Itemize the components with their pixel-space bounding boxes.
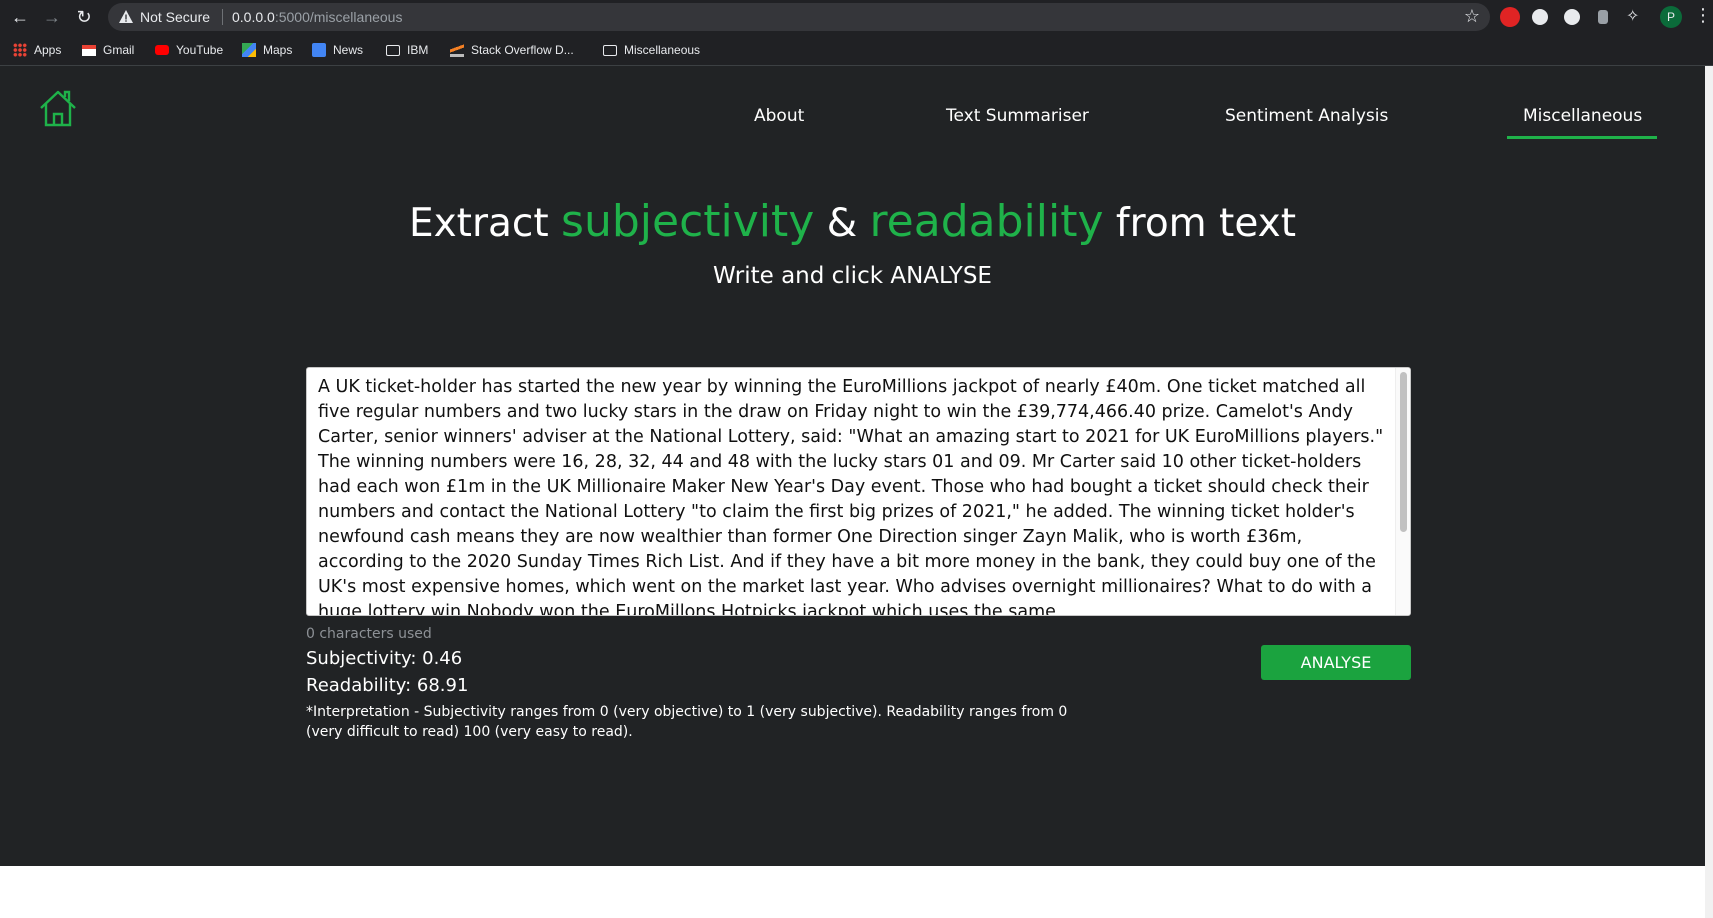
browser-toolbar: ← → ↻ Not Secure 0.0.0.0:5000/miscellane… [0, 0, 1713, 34]
omnibox-divider [222, 9, 223, 25]
bookmark-label: Maps [263, 43, 293, 57]
title-readability: readability [869, 196, 1104, 247]
bookmark-label: YouTube [176, 43, 224, 57]
bookmark-stackoverflow[interactable]: Stack Overflow D... [450, 42, 574, 58]
maps-icon [242, 43, 256, 57]
news-icon [312, 43, 326, 57]
readability-result: Readability: 68.91 [306, 675, 469, 696]
extension-record-icon[interactable] [1532, 9, 1548, 25]
url-host: 0.0.0.0 [232, 9, 275, 25]
folder-icon [386, 44, 400, 56]
forward-icon[interactable]: → [40, 5, 64, 29]
bookmark-star-icon[interactable]: ☆ [1464, 6, 1480, 27]
back-icon[interactable]: ← [8, 5, 32, 29]
folder-icon [603, 44, 617, 56]
bookmark-label: Stack Overflow D... [471, 43, 574, 57]
gmail-icon [82, 44, 96, 56]
text-input-value[interactable]: A UK ticket-holder has started the new y… [318, 375, 1393, 615]
bookmark-label: News [333, 43, 364, 57]
extension-pin-icon[interactable] [1598, 10, 1608, 24]
url-path: :5000/miscellaneous [274, 9, 403, 25]
page-title: Extract subjectivity & readability from … [0, 196, 1705, 247]
page-scrollbar[interactable] [1705, 66, 1713, 918]
bookmark-apps[interactable]: Apps [13, 42, 61, 58]
bookmark-gmail[interactable]: Gmail [82, 42, 134, 58]
title-ampersand: & [826, 201, 858, 246]
title-part2: from text [1115, 201, 1297, 246]
title-subjectivity: subjectivity [561, 196, 815, 247]
extension-adblock-icon[interactable] [1500, 7, 1520, 27]
bookmark-news[interactable]: News [312, 42, 363, 58]
warning-icon [119, 10, 133, 23]
apps-grid-icon [13, 43, 27, 57]
profile-avatar[interactable]: P [1660, 6, 1682, 28]
title-part1: Extract [408, 201, 549, 246]
analyse-button[interactable]: ANALYSE [1261, 645, 1411, 680]
chrome-menu-icon[interactable]: ⋮ [1694, 5, 1712, 26]
bookmark-ibm[interactable]: IBM [386, 42, 428, 58]
extensions-puzzle-icon[interactable]: ✧ [1626, 7, 1646, 27]
bookmark-youtube[interactable]: YouTube [155, 42, 223, 58]
stackoverflow-icon [450, 43, 464, 57]
youtube-icon [155, 45, 169, 55]
bookmark-label: Apps [34, 43, 62, 57]
security-label: Not Secure [140, 9, 211, 25]
address-bar[interactable]: Not Secure 0.0.0.0:5000/miscellaneous ☆ [108, 3, 1490, 31]
text-input-area[interactable]: A UK ticket-holder has started the new y… [306, 367, 1411, 616]
bookmark-label: Gmail [103, 43, 135, 57]
bookmark-label: IBM [407, 43, 429, 57]
interpretation-note: *Interpretation - Subjectivity ranges fr… [306, 704, 1068, 740]
textarea-scroll-thumb[interactable] [1400, 372, 1407, 532]
nav-about[interactable]: About [754, 106, 804, 126]
bookmark-label: Miscellaneous [624, 43, 701, 57]
extension-grammarly-icon[interactable] [1564, 9, 1580, 25]
nav-miscellaneous[interactable]: Miscellaneous [1506, 106, 1658, 139]
character-count: 0 characters used [306, 626, 432, 642]
textarea-scrollbar[interactable] [1395, 368, 1410, 615]
nav-text-summariser[interactable]: Text Summariser [946, 106, 1089, 126]
bookmark-maps[interactable]: Maps [242, 42, 292, 58]
subjectivity-result: Subjectivity: 0.46 [306, 648, 463, 669]
bookmark-miscellaneous[interactable]: Miscellaneous [603, 42, 700, 58]
reload-icon[interactable]: ↻ [72, 5, 96, 29]
bookmarks-bar: Apps Gmail YouTube Maps News IBM Stack O… [0, 34, 1713, 66]
page-footer-area [0, 866, 1705, 918]
page-subtitle: Write and click ANALYSE [713, 263, 992, 289]
url-text: 0.0.0.0:5000/miscellaneous [232, 9, 402, 25]
page-content: About Text Summariser Sentiment Analysis… [0, 66, 1705, 866]
home-icon[interactable] [38, 88, 78, 128]
nav-sentiment-analysis[interactable]: Sentiment Analysis [1225, 106, 1388, 126]
